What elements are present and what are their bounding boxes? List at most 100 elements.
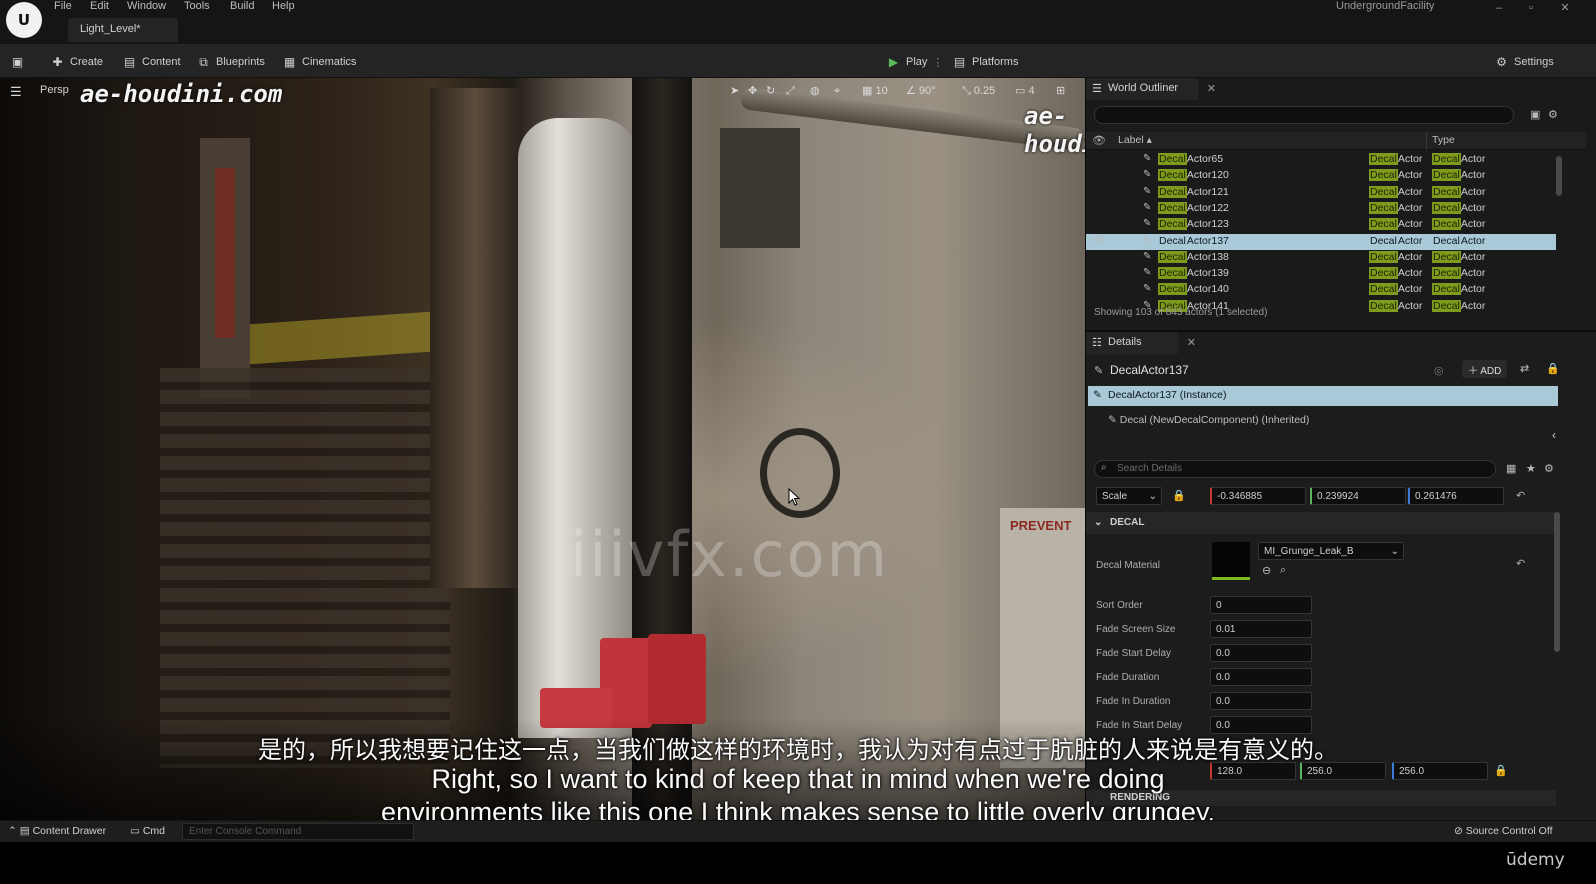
perspective-button[interactable]: Persp	[40, 84, 69, 96]
viewport-menu-icon[interactable]: ☰	[10, 84, 24, 100]
create-button[interactable]: ✚ Create	[50, 52, 103, 72]
menu-build[interactable]: Build	[230, 0, 254, 12]
outliner-row[interactable]: ✎ DecalActor121 DecalActor DecalActor	[1086, 185, 1556, 201]
scene-stairs	[160, 368, 450, 768]
play-button[interactable]: ▶ Play ⋮	[886, 52, 944, 72]
source-control-button[interactable]: ⊘ Source Control Off	[1454, 825, 1552, 837]
maximize-button[interactable]: ▫	[1516, 0, 1546, 16]
blueprints-label: Blueprints	[216, 56, 265, 68]
platforms-button[interactable]: ▤ Platforms	[952, 52, 1019, 72]
content-button[interactable]: ▤ Content	[122, 52, 181, 72]
console-command-input[interactable]: Enter Console Command	[182, 823, 414, 840]
decal-component-row[interactable]: ✎ Decal (NewDecalComponent) (Inherited)	[1108, 414, 1309, 426]
settings-button[interactable]: ⚙ Settings	[1494, 52, 1554, 72]
blueprint-icon[interactable]: ⇄	[1520, 362, 1529, 375]
menu-help[interactable]: Help	[272, 0, 295, 12]
cmd-button[interactable]: ▭ Cmd	[130, 825, 165, 837]
content-drawer-button[interactable]: ⌃ ▤ Content Drawer	[8, 825, 106, 837]
type-column-header[interactable]: Type	[1432, 134, 1455, 146]
reset-icon[interactable]: ↶	[1516, 557, 1525, 570]
menu-window[interactable]: Window	[127, 0, 166, 12]
close-icon[interactable]: ✕	[1187, 336, 1196, 349]
cinematics-button[interactable]: ▦ Cinematics	[282, 52, 357, 72]
scale-tool-icon[interactable]: ⤢	[786, 83, 795, 99]
scale-snap-button[interactable]: ⤡ 0.25	[962, 83, 995, 99]
fade-screen-size-field[interactable]: 0.01	[1210, 620, 1312, 638]
grid-icon: ▦	[862, 85, 873, 97]
gear-icon[interactable]: ⚙	[1548, 108, 1558, 121]
details-scrollbar[interactable]	[1554, 512, 1560, 652]
outliner-row-type: DecalActor	[1369, 299, 1423, 312]
folder-icon[interactable]: ▣	[1530, 108, 1540, 121]
level-tab[interactable]: Light_Level*	[68, 18, 178, 42]
fade-start-delay-field[interactable]: 0.0	[1210, 644, 1312, 662]
reset-icon[interactable]: ↶	[1516, 489, 1525, 502]
outliner-scrollbar[interactable]	[1556, 156, 1562, 196]
outliner-row-label: DecalActor138	[1158, 250, 1229, 263]
world-space-icon[interactable]: ◍	[810, 83, 820, 99]
scale-z-field[interactable]: 0.261476	[1408, 487, 1504, 505]
menu-edit[interactable]: Edit	[90, 0, 109, 12]
rotate-tool-icon[interactable]: ↻	[766, 83, 775, 99]
fade-in-duration-field[interactable]: 0.0	[1210, 692, 1312, 710]
close-window-button[interactable]: ✕	[1550, 0, 1580, 16]
add-component-button[interactable]: ＋ ADD	[1462, 360, 1508, 378]
gear-icon[interactable]: ⚙	[1544, 462, 1554, 475]
decal-actor-icon: ✎	[1143, 218, 1152, 230]
tab-details[interactable]: ☷ Details ✕	[1086, 332, 1196, 354]
lock-visibility-icon[interactable]: ◎	[1434, 364, 1444, 377]
scale-x-field[interactable]: -0.346885	[1210, 487, 1306, 505]
material-thumbnail[interactable]	[1212, 542, 1250, 580]
label-column-header[interactable]: Label ▴	[1118, 134, 1152, 146]
table-view-icon[interactable]: ▦	[1506, 462, 1516, 475]
details-search-placeholder: Search Details	[1117, 463, 1183, 474]
unreal-logo: U	[6, 2, 42, 38]
menu-file[interactable]: File	[54, 0, 72, 12]
camera-speed-button[interactable]: ▭ 4	[1015, 83, 1035, 99]
save-button[interactable]: ▣	[10, 52, 25, 72]
outliner-row[interactable]: ✎ DecalActor65 DecalActor DecalActor	[1086, 152, 1556, 168]
rotation-snap-button[interactable]: ∠ 90°	[906, 83, 936, 99]
column-divider[interactable]	[1426, 132, 1427, 150]
decal-component-label: Decal (NewDecalComponent) (Inherited)	[1119, 414, 1310, 426]
sort-order-field[interactable]: 0	[1210, 596, 1312, 614]
surface-snap-icon[interactable]: ⌖	[834, 83, 840, 99]
tab-world-outliner[interactable]: ☰ World Outliner ✕	[1086, 78, 1216, 100]
component-instance-row[interactable]: ✎ DecalActor137 (Instance)	[1088, 386, 1558, 406]
close-icon[interactable]: ✕	[1207, 82, 1216, 95]
outliner-row[interactable]: ✎ DecalActor139 DecalActor DecalActor	[1086, 266, 1556, 282]
outliner-row[interactable]: ✎ DecalActor122 DecalActor DecalActor	[1086, 201, 1556, 217]
maximize-viewport-icon[interactable]: ⊞	[1056, 83, 1065, 99]
visibility-column-icon[interactable]: 👁	[1092, 134, 1106, 147]
outliner-header: 👁 Label ▴ Type	[1086, 132, 1586, 150]
favorite-star-icon[interactable]: ★	[1526, 462, 1536, 475]
outliner-row[interactable]: ✎ DecalActor120 DecalActor DecalActor	[1086, 168, 1556, 184]
blueprints-button[interactable]: ⧉ Blueprints	[196, 52, 265, 72]
collapse-chevron-icon[interactable]: ‹	[1552, 428, 1556, 442]
level-viewport[interactable]: PREVENT ☰ Persp ➤ ✥ ↻ ⤢ ◍ ⌖ ▦ 10 ∠ 90° ⤡…	[0, 78, 1085, 836]
browse-search-icon[interactable]: ⌕	[1280, 564, 1286, 577]
outliner-search-input[interactable]	[1094, 106, 1514, 124]
outliner-row[interactable]: ✎ DecalActor138 DecalActor DecalActor	[1086, 250, 1556, 266]
scale-dropdown[interactable]: Scale ⌄	[1096, 487, 1162, 505]
outliner-row[interactable]: ✎ DecalActor123 DecalActor DecalActor	[1086, 217, 1556, 233]
select-tool-icon[interactable]: ➤	[730, 83, 739, 99]
decal-material-dropdown[interactable]: MI_Grunge_Leak_B ⌄	[1258, 542, 1404, 560]
outliner-row[interactable]: ✎ DecalActor140 DecalActor DecalActor	[1086, 282, 1556, 298]
section-decal[interactable]: ⌄ DECAL	[1086, 512, 1556, 534]
outliner-row-type-class: DecalActor	[1432, 185, 1486, 198]
grid-snap-button[interactable]: ▦ 10	[862, 83, 888, 99]
minimize-button[interactable]: –	[1484, 0, 1514, 16]
fade-duration-field[interactable]: 0.0	[1210, 668, 1312, 686]
visibility-eye-icon[interactable]: 👁	[1092, 235, 1106, 246]
fade-in-duration-label: Fade In Duration	[1096, 696, 1171, 707]
scale-lock-icon[interactable]: 🔒	[1172, 489, 1186, 502]
outliner-row[interactable]: 👁 ✎ DecalActor137 DecalActor DecalActor	[1086, 233, 1556, 250]
scale-y-field[interactable]: 0.239924	[1310, 487, 1406, 505]
translate-tool-icon[interactable]: ✥	[748, 83, 757, 99]
use-selected-icon[interactable]: ⊖	[1262, 564, 1271, 577]
details-search-input[interactable]: ⌕ Search Details	[1094, 460, 1496, 478]
lock-icon[interactable]: 🔒	[1546, 362, 1560, 375]
menu-tools[interactable]: Tools	[184, 0, 210, 12]
play-options-icon[interactable]: ⋮	[932, 56, 943, 69]
